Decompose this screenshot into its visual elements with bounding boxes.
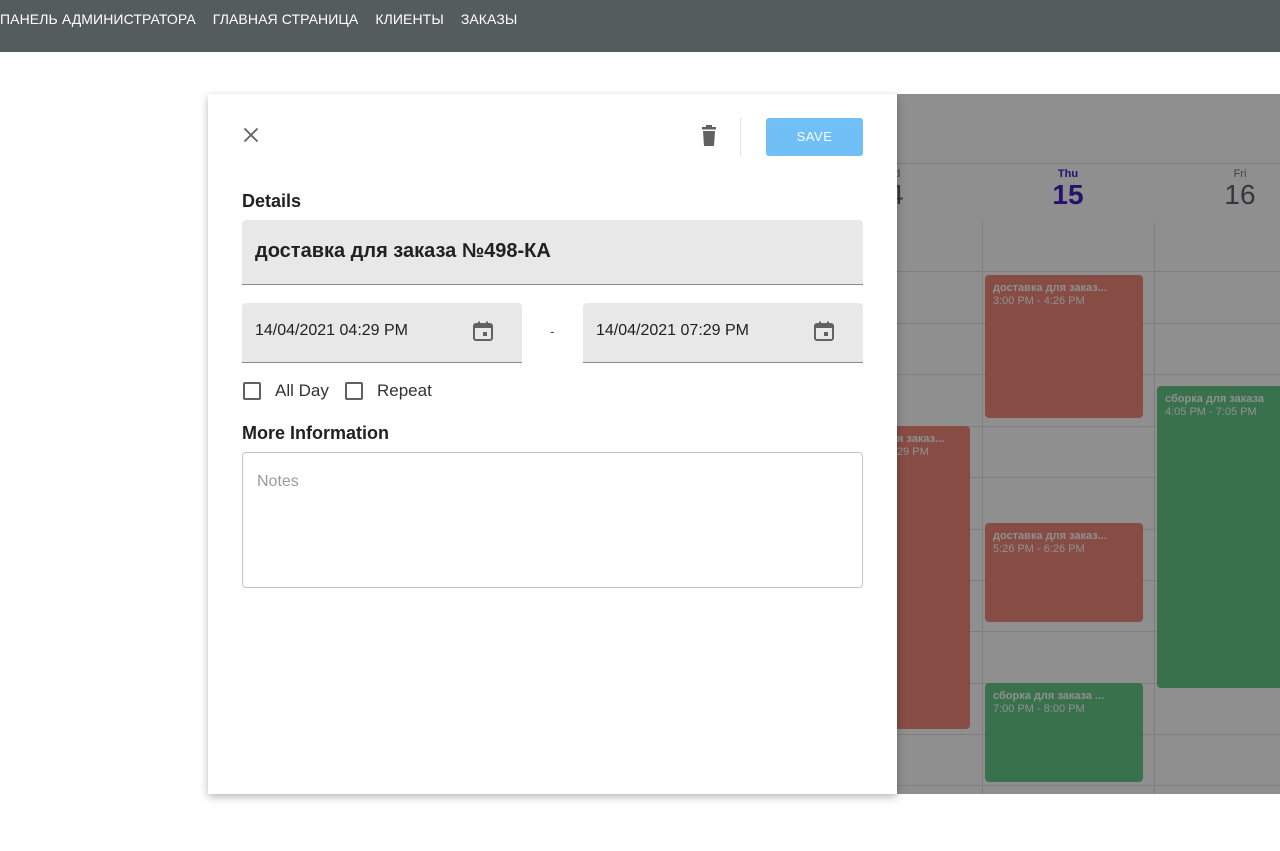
appointment-title-value: доставка для заказа №498-КА — [255, 240, 551, 262]
day-divider — [1154, 222, 1155, 794]
appointment-card[interactable]: сборка для заказа ... 7:00 PM - 8:00 PM — [985, 683, 1143, 782]
start-date-field[interactable]: 14/04/2021 04:29 PM — [242, 303, 522, 363]
appointment-card[interactable]: доставка для заказ... 5:26 PM - 6:26 PM — [985, 523, 1143, 622]
delete-button[interactable] — [698, 124, 720, 148]
date-range-separator: - — [550, 323, 555, 339]
notes-textarea[interactable] — [242, 452, 863, 588]
end-date-field[interactable]: 14/04/2021 07:29 PM — [583, 303, 863, 363]
more-information-heading: More Information — [242, 423, 389, 443]
nav-clients[interactable]: КЛИЕНТЫ — [375, 11, 444, 27]
end-date-value: 14/04/2021 07:29 PM — [596, 322, 750, 339]
start-date-value: 14/04/2021 04:29 PM — [255, 322, 409, 339]
nav-home[interactable]: ГЛАВНАЯ СТРАНИЦА — [213, 11, 359, 27]
appointment-time: 7:00 PM - 8:00 PM — [993, 703, 1085, 715]
day-number: 15 — [1052, 179, 1084, 210]
allday-divider — [897, 271, 1280, 272]
appointment-time: 3:00 PM - 4:26 PM — [993, 295, 1085, 307]
close-button[interactable] — [236, 120, 266, 150]
hour-line — [897, 785, 1280, 786]
repeat-option[interactable]: Repeat — [345, 381, 432, 401]
appointment-card[interactable]: я заказ... 29 PM — [888, 426, 970, 729]
nav-orders[interactable]: ЗАКАЗЫ — [461, 11, 518, 27]
calendar-icon[interactable] — [813, 320, 835, 342]
day-header-thu[interactable]: Thu 15 — [1028, 168, 1108, 210]
toolbar-divider — [740, 118, 741, 156]
appointment-time: 29 PM — [897, 446, 929, 458]
appointment-card[interactable]: сборка для заказа 4:05 PM - 7:05 PM — [1157, 386, 1280, 688]
appointment-title: сборка для заказа — [1165, 393, 1264, 405]
appointment-card[interactable]: доставка для заказ... 3:00 PM - 4:26 PM — [985, 275, 1143, 418]
all-day-option[interactable]: All Day — [243, 381, 329, 401]
day-number: 16 — [1224, 179, 1256, 210]
appointment-title: сборка для заказа ... — [993, 690, 1105, 702]
trash-icon — [702, 125, 716, 146]
appointment-time: 4:05 PM - 7:05 PM — [1165, 406, 1257, 418]
appointment-time: 5:26 PM - 6:26 PM — [993, 543, 1085, 555]
details-heading: Details — [242, 191, 302, 211]
day-divider — [982, 222, 983, 794]
all-day-label: All Day — [275, 381, 329, 400]
close-icon — [243, 127, 259, 143]
appointment-title: доставка для заказ... — [993, 282, 1107, 294]
all-day-checkbox[interactable] — [243, 382, 261, 400]
appointment-form-panel: SAVE Details доставка для заказа №498-КА… — [208, 94, 897, 794]
appointment-title: я заказ... — [897, 433, 945, 445]
day-header-fri[interactable]: Fri 16 — [1200, 168, 1280, 210]
nav-admin-panel[interactable]: ПАНЕЛЬ АДМИНИСТРАТОРА — [0, 11, 196, 27]
repeat-label: Repeat — [377, 381, 432, 400]
calendar-icon[interactable] — [472, 320, 494, 342]
top-nav-bar: ПАНЕЛЬ АДМИНИСТРАТОРА ГЛАВНАЯ СТРАНИЦА К… — [0, 0, 1280, 52]
appointment-title-field[interactable]: доставка для заказа №498-КА — [242, 220, 863, 285]
save-button[interactable]: SAVE — [766, 118, 863, 156]
appointment-title: доставка для заказ... — [993, 530, 1107, 542]
repeat-checkbox[interactable] — [345, 382, 363, 400]
